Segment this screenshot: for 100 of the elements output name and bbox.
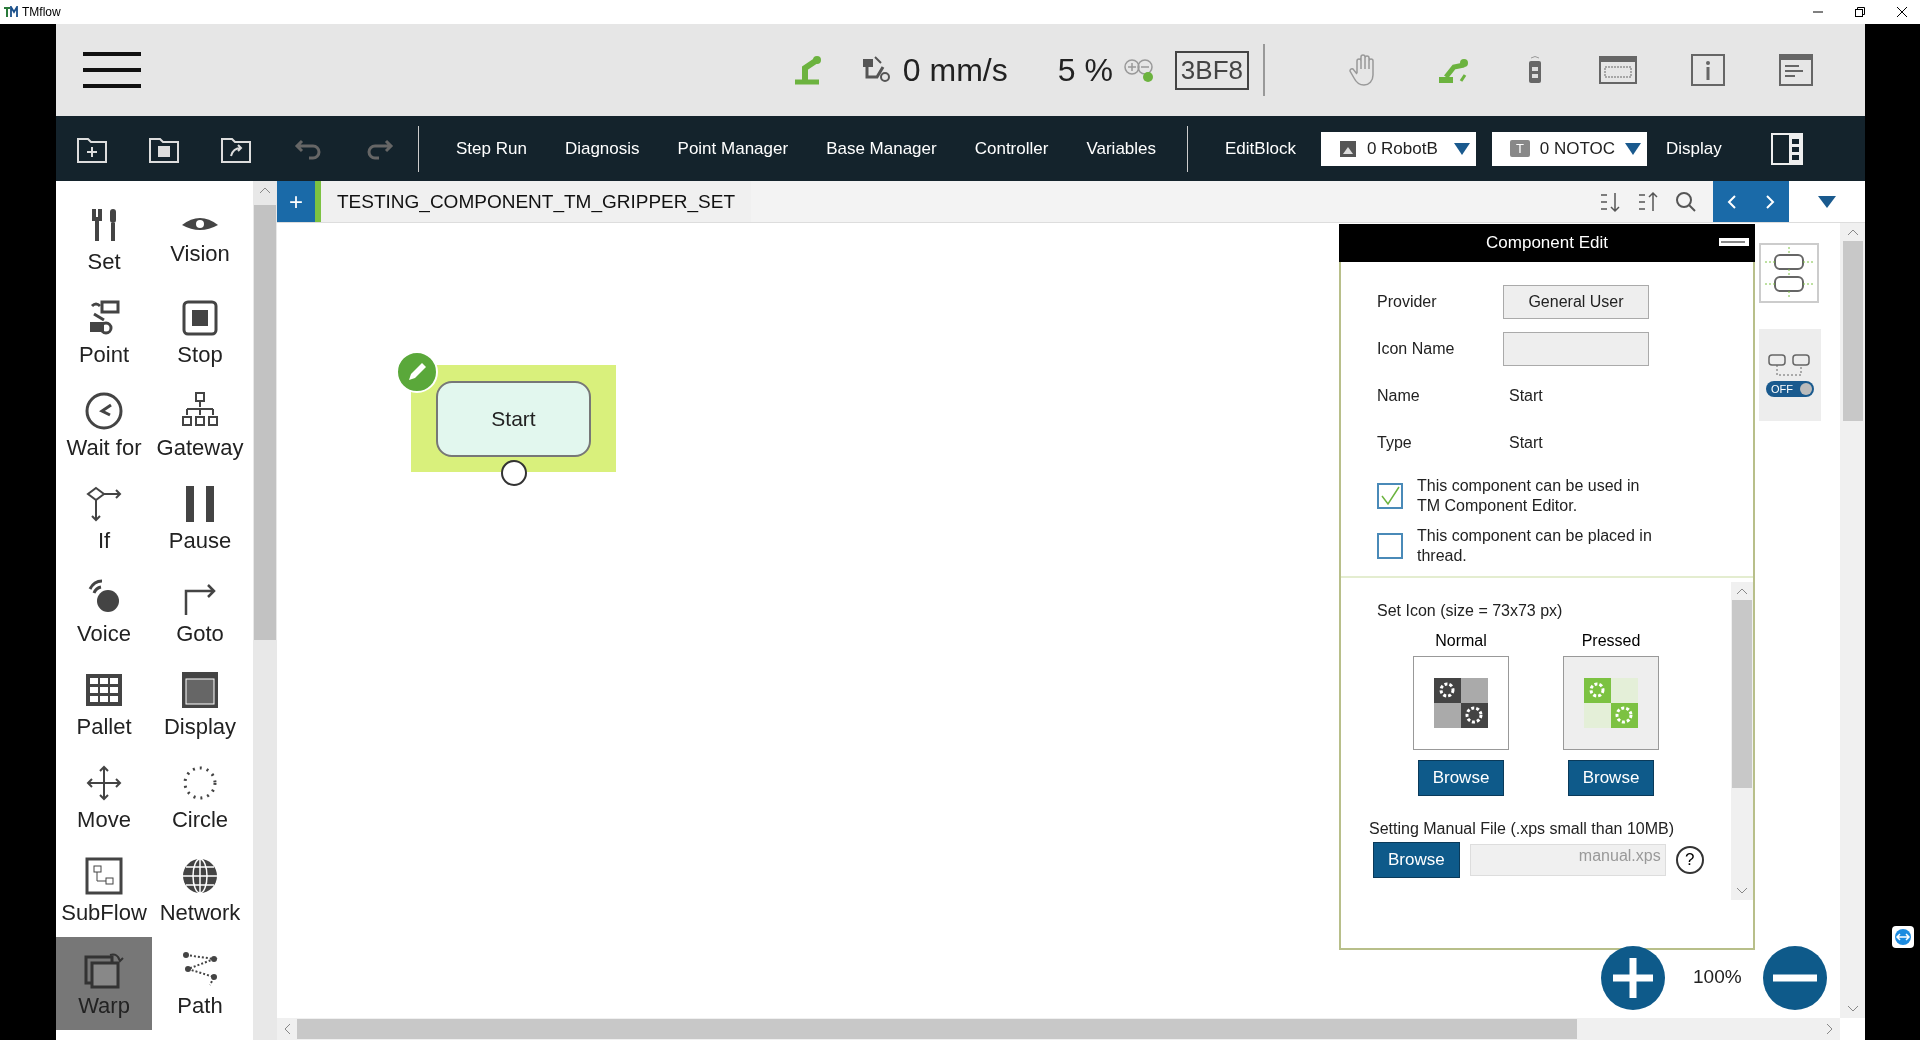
palette-item[interactable]: Stop [152,286,248,379]
palette-scrollbar[interactable] [253,181,277,1040]
minimize-icon[interactable] [1719,238,1749,246]
caret-icon [1818,195,1836,208]
palette-item[interactable]: Move [56,751,152,844]
palette-item[interactable]: Path [152,937,248,1030]
input-field[interactable] [1503,331,1649,366]
zoom-out-button[interactable] [1763,946,1827,1010]
add-tab-button[interactable]: + [277,181,315,222]
sort-ascending-icon[interactable] [1637,190,1659,213]
scroll-down-icon[interactable] [1846,1005,1859,1013]
speed-percent: 5 % [1057,51,1113,89]
toolbar-menu-item[interactable]: Diagnosis [545,138,659,159]
browse-button[interactable]: Browse [1373,842,1460,878]
close-icon[interactable] [1896,6,1908,18]
app-logo-icon [4,6,18,18]
toolbar-menu-item[interactable]: Step Run [437,138,546,159]
window-icon[interactable] [1779,54,1813,86]
speed-icon [860,55,893,85]
puzzle-gear-icon [1584,678,1638,728]
checkbox[interactable] [1377,483,1403,509]
display-button[interactable]: Display [1646,138,1741,159]
scroll-up-icon[interactable] [1736,587,1748,595]
palette-item[interactable]: Vision [152,193,248,286]
palette-item[interactable]: Point [56,286,152,379]
start-node[interactable]: Start [436,380,591,457]
scroll-down-icon[interactable] [1736,887,1748,895]
keyboard-icon[interactable] [1599,55,1637,85]
browse-button[interactable]: Browse [1567,760,1655,796]
field-label: Name [1377,386,1421,405]
icon-state-label: Pressed [1581,632,1641,650]
zoom-in-button[interactable] [1601,946,1665,1010]
tab-list-button[interactable] [1789,181,1865,222]
previous-button[interactable] [1713,181,1751,222]
tool-badge: T [1509,140,1530,157]
checkbox[interactable] [1377,533,1403,559]
menu-icon[interactable] [83,52,141,88]
palette-item[interactable]: Pallet [56,658,152,751]
field-value: Start [1508,386,1543,405]
palette-item[interactable]: Wait for [56,379,152,472]
edit-block-button[interactable]: EditBlock [1206,138,1315,159]
info-icon[interactable] [1691,54,1725,86]
toolbar-menu-item[interactable]: Controller [955,138,1068,159]
panel-title: Component Edit [1486,233,1608,253]
panel-scrollbar[interactable] [1731,582,1753,900]
toolbar-menu-item[interactable]: Base Manager [807,138,956,159]
palette-item[interactable]: If [56,472,152,565]
help-button[interactable]: ? [1675,846,1704,874]
window-title: TMflow [22,5,61,19]
toolbar-menu-item[interactable]: Variables [1067,138,1176,159]
scroll-thumb[interactable] [297,1019,1577,1039]
restore-icon[interactable] [1854,6,1866,18]
scroll-up-icon[interactable] [259,186,271,194]
palette-item[interactable]: Pause [152,472,248,565]
speed-reading: 0 mm/s [902,51,1008,89]
palette-item[interactable]: Network [152,844,248,937]
field-label: Icon Name [1377,339,1456,358]
caret-icon [1625,142,1642,155]
search-icon[interactable] [1675,190,1697,213]
palette-item[interactable]: Goto [152,565,248,658]
scroll-up-icon[interactable] [1846,228,1859,236]
scroll-left-icon[interactable] [283,1023,291,1035]
subflow-icon [84,855,124,896]
chevron-left-icon [1727,193,1737,210]
manual-file-label: Setting Manual File (.xps small than 10MB) [1369,820,1675,838]
palette-item[interactable]: Gateway [152,379,248,472]
horizontal-scrollbar[interactable] [277,1018,1840,1040]
palette-item[interactable]: Circle [152,751,248,844]
scroll-thumb[interactable] [254,205,276,640]
chevron-right-icon [1765,193,1775,210]
field-label: Provider [1377,292,1438,311]
tool-dropdown[interactable]: T 0 NOTOC [1491,131,1647,166]
palette-item[interactable]: Voice [56,565,152,658]
pencil-icon[interactable] [396,351,438,393]
thread-toggle[interactable]: OFF [1759,329,1821,421]
remote-tool-icon[interactable] [1892,926,1914,948]
toolbar-menu-item[interactable]: Point Manager [658,138,808,159]
browse-button[interactable]: Browse [1417,760,1505,796]
puzzle-gear-icon [1434,678,1488,728]
palette-item[interactable]: SubFlow [56,844,152,937]
display-icon [180,669,220,710]
toggle-knob [1800,383,1812,395]
base-icon [1338,139,1357,158]
icon-state-label: Normal [1435,632,1487,650]
scroll-thumb[interactable] [1842,241,1863,421]
palette-item[interactable]: Display [152,658,248,751]
set-icon-label: Set Icon (size = 73x73 px) [1377,602,1564,620]
canvas-scrollbar[interactable] [1840,223,1865,1018]
zoom-level: 100% [1693,966,1742,988]
provider-button[interactable]: General User [1503,284,1649,319]
scroll-right-icon[interactable] [1826,1023,1834,1035]
project-code: 3BF8 [1174,50,1249,90]
palette-item[interactable]: Warp [56,937,152,1030]
base-dropdown[interactable]: 0 RobotB [1320,131,1476,166]
palette-item[interactable]: Set [56,193,152,286]
checkbox-label: This component can be placed in thread. [1417,526,1653,566]
scroll-thumb[interactable] [1732,600,1752,788]
flow-layout-icon[interactable] [1759,243,1821,303]
sort-descending-icon[interactable] [1599,190,1621,213]
next-button[interactable] [1751,181,1789,222]
